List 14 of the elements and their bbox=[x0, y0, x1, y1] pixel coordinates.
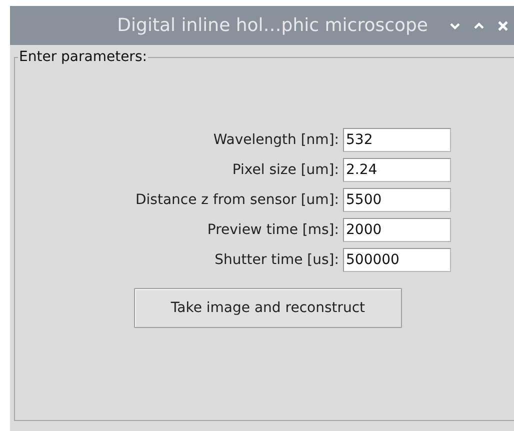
field-label: Pixel size [um]: bbox=[231, 162, 339, 178]
reconstruct-button[interactable]: Take image and reconstruct bbox=[134, 288, 402, 328]
field-label: Distance z from sensor [um]: bbox=[134, 192, 339, 208]
input-field[interactable]: 532 bbox=[343, 128, 451, 152]
field-label: Preview time [ms]: bbox=[206, 222, 339, 238]
window-title: Digital inline hol…phic microscope bbox=[117, 15, 428, 36]
input-field[interactable]: 2.24 bbox=[343, 158, 451, 182]
field-label: Shutter time [us]: bbox=[214, 252, 339, 268]
group-title: Enter parameters: bbox=[18, 49, 148, 65]
input-field[interactable]: 500000 bbox=[343, 248, 451, 272]
close-icon[interactable] bbox=[496, 18, 510, 32]
input-field[interactable]: 5500 bbox=[343, 188, 451, 212]
field-label: Wavelength [nm]: bbox=[212, 132, 339, 148]
input-field[interactable]: 2000 bbox=[343, 218, 451, 242]
